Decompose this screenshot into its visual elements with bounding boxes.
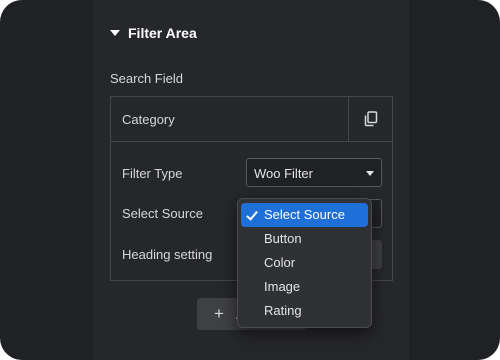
filter-area-section-toggle[interactable]: Filter Area xyxy=(110,25,197,41)
select-source-label: Select Source xyxy=(122,206,203,221)
filter-type-label: Filter Type xyxy=(122,166,183,181)
repeater-item-title: Category xyxy=(122,112,175,127)
caret-down-icon xyxy=(110,30,120,36)
checkmark-icon xyxy=(246,208,258,221)
editor-window: Filter Area Search Field Category Filter… xyxy=(0,0,500,360)
select-source-dropdown: Select Source Button Color Image Rating xyxy=(237,198,372,328)
chevron-down-icon xyxy=(366,171,374,176)
dropdown-option-image[interactable]: Image xyxy=(241,275,368,299)
duplicate-button[interactable] xyxy=(348,97,392,141)
dropdown-option-color[interactable]: Color xyxy=(241,251,368,275)
repeater-item-header[interactable]: Category xyxy=(111,97,392,142)
dropdown-option-button[interactable]: Button xyxy=(241,227,368,251)
filter-type-select[interactable]: Woo Filter xyxy=(246,158,382,187)
section-title: Filter Area xyxy=(128,25,197,41)
search-field-label: Search Field xyxy=(110,71,183,86)
dropdown-option-rating[interactable]: Rating xyxy=(241,299,368,323)
dropdown-option-select-source[interactable]: Select Source xyxy=(241,203,368,227)
copy-icon xyxy=(364,111,377,127)
heading-setting-label: Heading setting xyxy=(122,247,213,262)
filter-type-value: Woo Filter xyxy=(254,166,313,181)
plus-icon: + xyxy=(214,304,224,323)
